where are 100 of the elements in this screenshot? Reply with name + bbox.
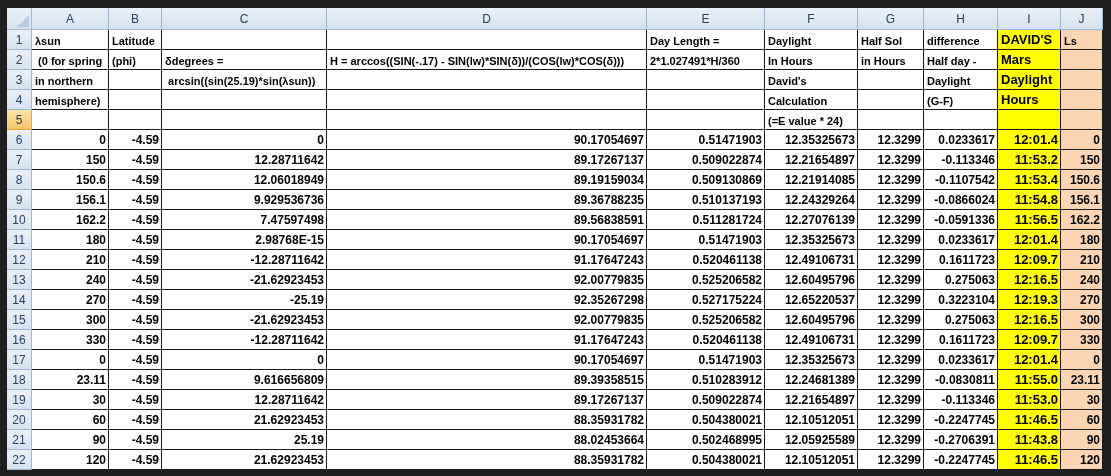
row-header[interactable]: 3	[7, 70, 32, 90]
table-cell: 88.35931782	[327, 450, 647, 470]
table-cell: 12.35325673	[765, 350, 858, 370]
table-cell: -4.59	[109, 430, 162, 450]
table-cell: 12.3299	[858, 390, 924, 410]
table-cell: 9.616656809	[162, 370, 327, 390]
column-header[interactable]: H	[924, 8, 998, 30]
table-cell: 0	[32, 350, 109, 370]
row-header[interactable]: 21	[7, 430, 32, 450]
table-cell: -21.62923453	[162, 310, 327, 330]
table-cell: 12.3299	[858, 310, 924, 330]
row-header[interactable]: 2	[7, 50, 32, 70]
table-cell: 91.17647243	[327, 330, 647, 350]
column-header[interactable]: B	[109, 8, 162, 30]
table-cell: 7.47597498	[162, 210, 327, 230]
column-header[interactable]: A	[32, 8, 109, 30]
table-cell: 0	[1061, 350, 1103, 370]
row-header[interactable]: 11	[7, 230, 32, 250]
row-header[interactable]: 19	[7, 390, 32, 410]
row-header[interactable]: 5	[7, 110, 32, 130]
table-cell: 89.17267137	[327, 150, 647, 170]
column-header[interactable]: J	[1061, 8, 1103, 30]
table-cell: -4.59	[109, 270, 162, 290]
row-header[interactable]: 22	[7, 450, 32, 470]
column-header[interactable]: E	[647, 8, 765, 30]
table-cell: 162.2	[1061, 210, 1103, 230]
table-cell: 12:16.5	[998, 270, 1061, 290]
column-header[interactable]: I	[998, 8, 1061, 30]
table-cell: 0.509022874	[647, 390, 765, 410]
table-cell: 21.62923453	[162, 410, 327, 430]
table-cell: 0.510137193	[647, 190, 765, 210]
row-header[interactable]: 13	[7, 270, 32, 290]
table-cell	[109, 70, 162, 90]
row-header[interactable]: 7	[7, 150, 32, 170]
table-cell: 92.00779835	[327, 310, 647, 330]
table-cell: 150.6	[1061, 170, 1103, 190]
row-header[interactable]: 12	[7, 250, 32, 270]
table-cell: 180	[1061, 230, 1103, 250]
column-header[interactable]: D	[327, 8, 647, 30]
table-cell: 180	[32, 230, 109, 250]
table-cell: 12.3299	[858, 210, 924, 230]
table-cell: 0.509022874	[647, 150, 765, 170]
table-cell: 12.10512051	[765, 450, 858, 470]
table-cell: 12.06018949	[162, 170, 327, 190]
row-header[interactable]: 17	[7, 350, 32, 370]
table-cell: 12:19.3	[998, 290, 1061, 310]
table-cell: 25.19	[162, 430, 327, 450]
table-cell: 11:53.4	[998, 170, 1061, 190]
table-cell: Mars	[998, 50, 1061, 70]
row-header[interactable]: 14	[7, 290, 32, 310]
row-header[interactable]: 10	[7, 210, 32, 230]
column-header[interactable]: F	[765, 8, 858, 30]
table-cell: 90	[1061, 430, 1103, 450]
table-cell: 30	[32, 390, 109, 410]
select-all-button[interactable]	[7, 8, 32, 30]
row-header[interactable]: 16	[7, 330, 32, 350]
row-header[interactable]: 20	[7, 410, 32, 430]
table-cell: in northern	[32, 70, 109, 90]
row-header[interactable]: 18	[7, 370, 32, 390]
table-cell: 23.11	[32, 370, 109, 390]
table-cell: Daylight	[765, 30, 858, 50]
row-header[interactable]: 1	[7, 30, 32, 50]
table-cell: 88.35931782	[327, 410, 647, 430]
table-cell: 12.49106731	[765, 250, 858, 270]
table-cell	[858, 110, 924, 130]
table-cell: -4.59	[109, 250, 162, 270]
table-cell: 0.502468995	[647, 430, 765, 450]
row-header[interactable]: 15	[7, 310, 32, 330]
table-cell: 2.98768E-15	[162, 230, 327, 250]
table-cell: 330	[1061, 330, 1103, 350]
table-cell: 12.24329264	[765, 190, 858, 210]
table-cell: -4.59	[109, 210, 162, 230]
table-cell: 12.3299	[858, 290, 924, 310]
table-cell: 12.27076139	[765, 210, 858, 230]
column-header[interactable]: C	[162, 8, 327, 30]
table-cell: 91.17647243	[327, 250, 647, 270]
column-header[interactable]: G	[858, 8, 924, 30]
table-cell: -4.59	[109, 410, 162, 430]
table-cell: 12.10512051	[765, 410, 858, 430]
table-cell: 270	[1061, 290, 1103, 310]
table-cell: 12.24681389	[765, 370, 858, 390]
table-cell: 11:56.5	[998, 210, 1061, 230]
table-cell: 150.6	[32, 170, 109, 190]
table-cell: 0	[162, 130, 327, 150]
row-header[interactable]: 6	[7, 130, 32, 150]
table-cell: -21.62923453	[162, 270, 327, 290]
table-cell: 150	[32, 150, 109, 170]
table-cell: 12.21914085	[765, 170, 858, 190]
table-cell: 12.05925589	[765, 430, 858, 450]
table-cell: -25.19	[162, 290, 327, 310]
table-cell: (0 for spring	[32, 50, 109, 70]
table-cell: 11:55.0	[998, 370, 1061, 390]
table-cell: 12.65220537	[765, 290, 858, 310]
row-header[interactable]: 9	[7, 190, 32, 210]
table-cell: 2*1.027491*H/360	[647, 50, 765, 70]
table-cell: David's	[765, 70, 858, 90]
table-cell: 12.3299	[858, 150, 924, 170]
row-header[interactable]: 4	[7, 90, 32, 110]
table-cell: 210	[32, 250, 109, 270]
row-header[interactable]: 8	[7, 170, 32, 190]
